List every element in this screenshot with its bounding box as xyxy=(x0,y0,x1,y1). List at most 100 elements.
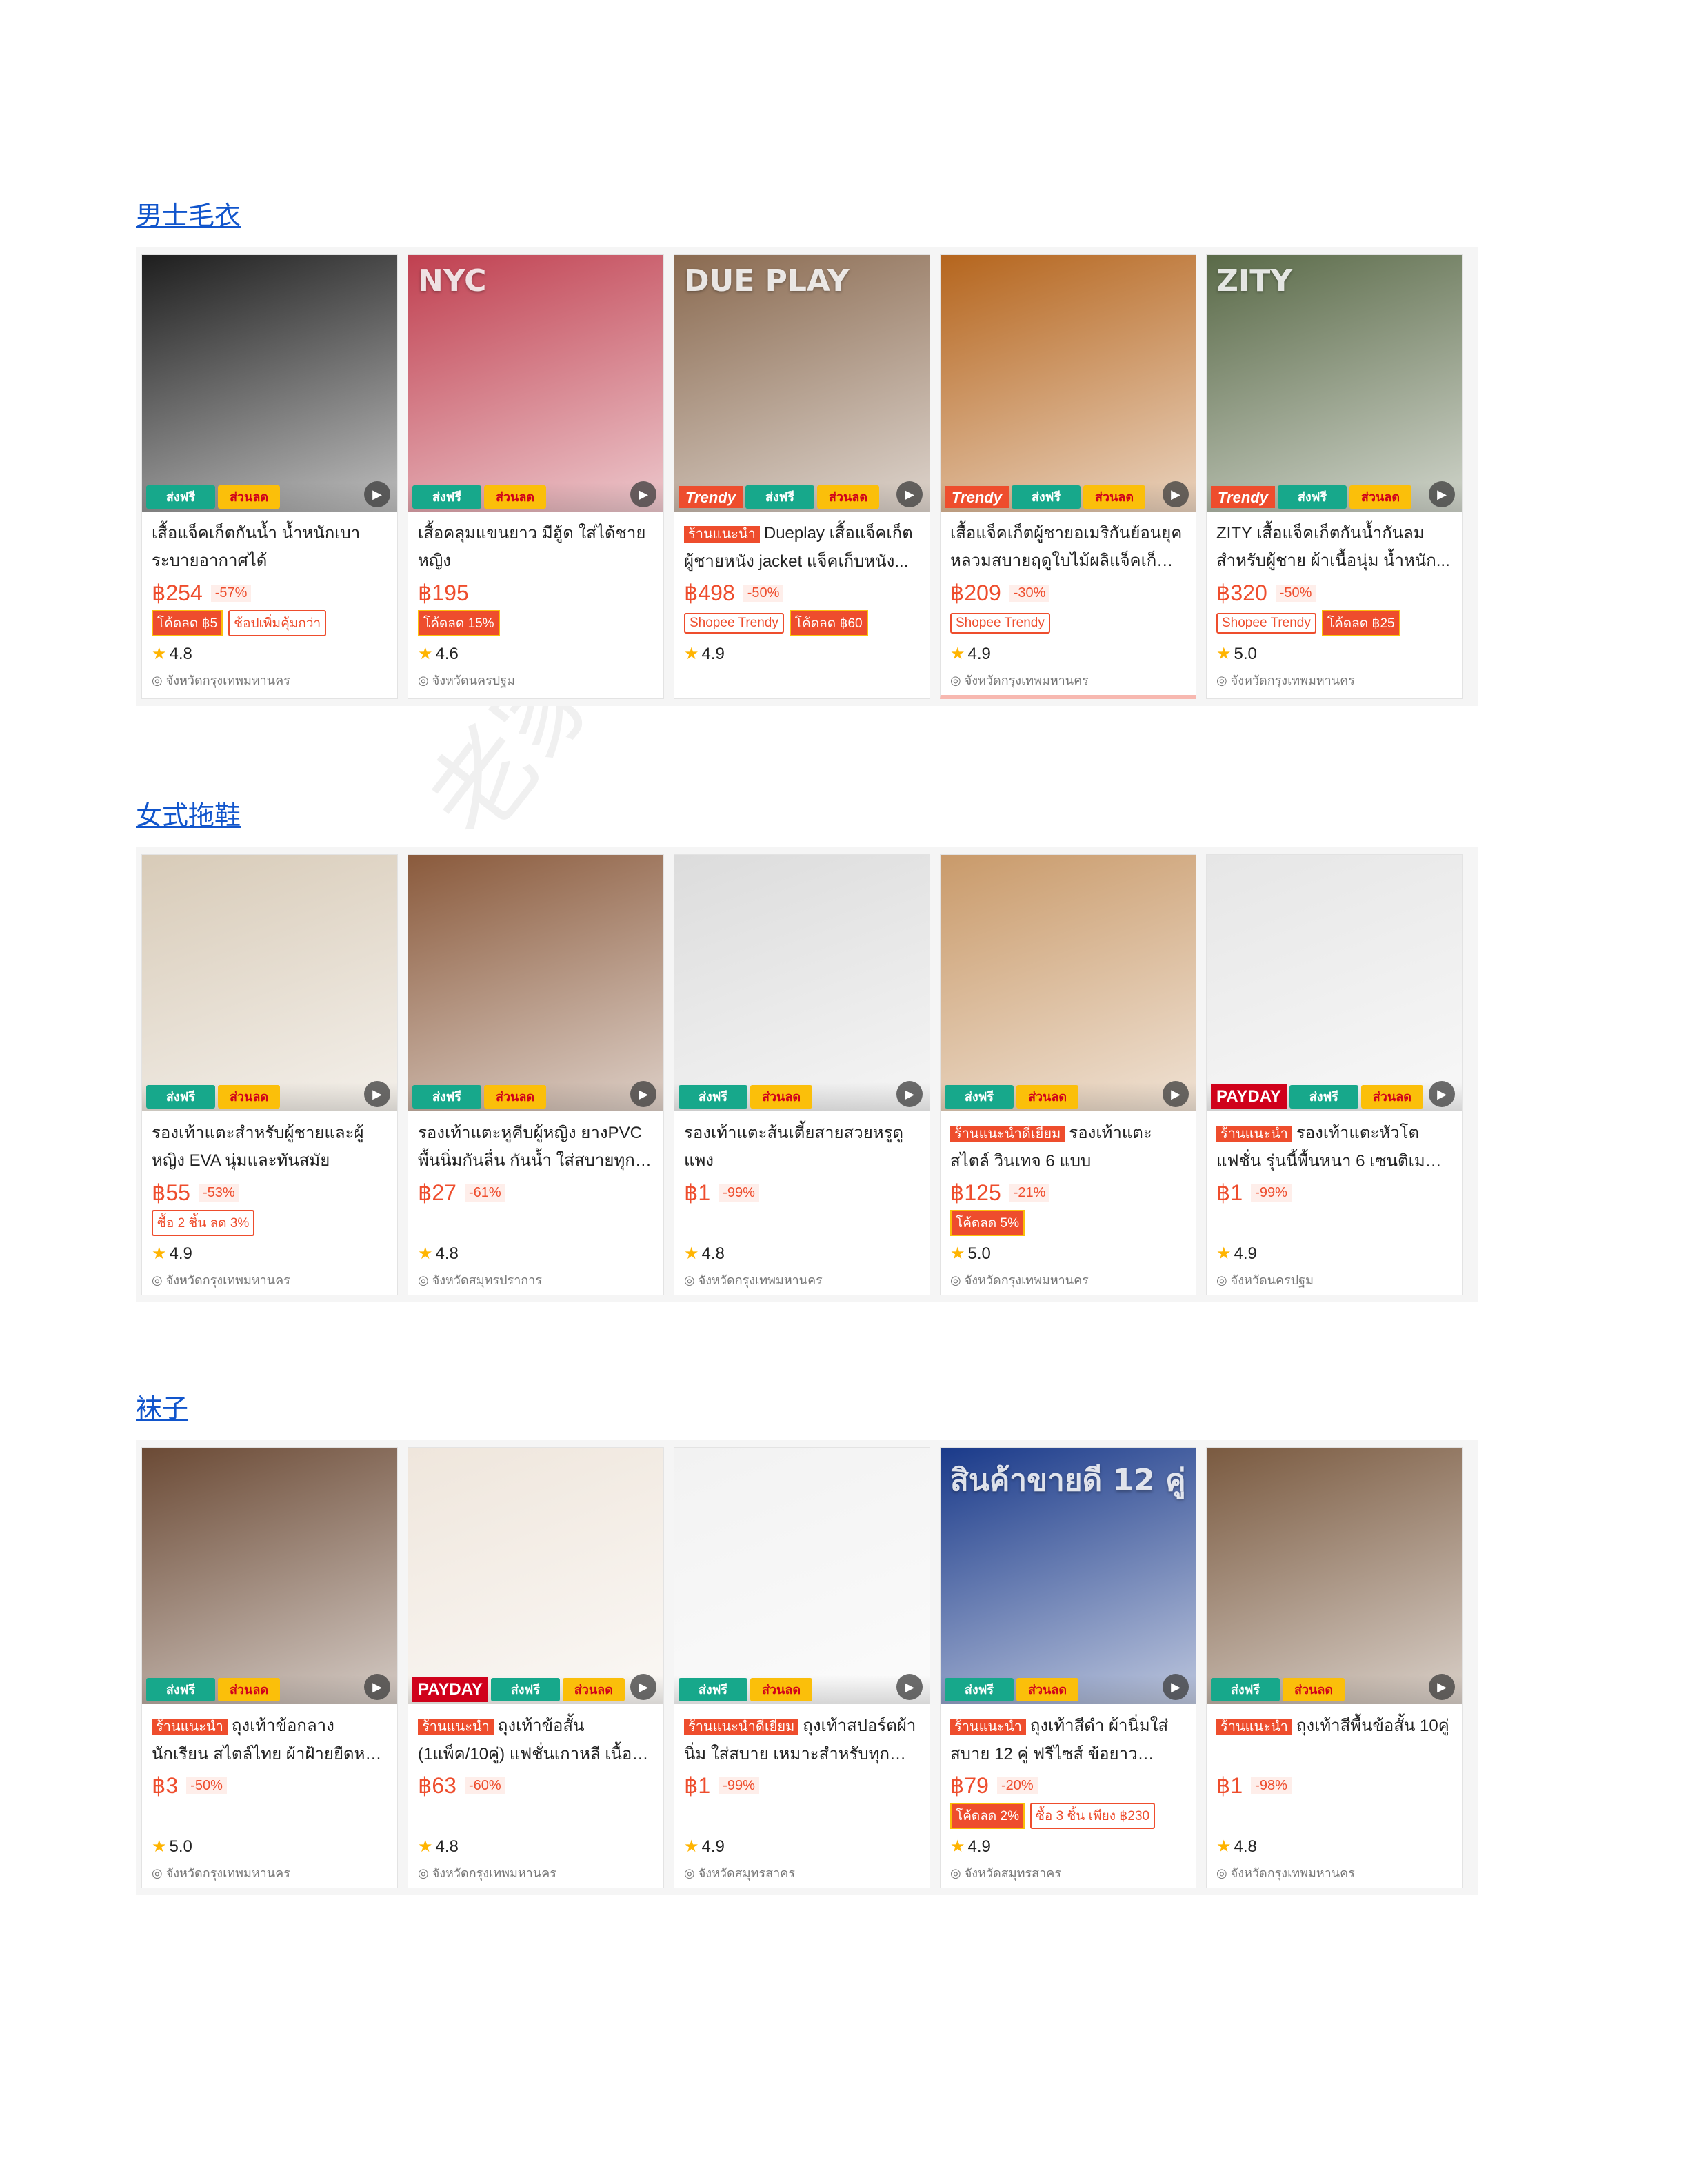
price-row: ฿63 -60% xyxy=(418,1772,654,1799)
product-card[interactable]: ส่งฟรี ส่วนลด ▶ ร้านแนะนำดีเยี่ยม ถุงเท้าสปอ… xyxy=(674,1447,930,1888)
play-video-icon[interactable]: ▶ xyxy=(364,1674,390,1700)
product-card[interactable]: ส่งฟรี ส่วนลด ▶ รองเท้าแตะสำหรับผู้ชายและผู… xyxy=(141,854,398,1295)
product-image[interactable]: PAYDAY ส่งฟรี ส่วนลด ▶ xyxy=(408,1448,663,1704)
product-title[interactable]: รองเท้าแตะหูคีบผู้หญิง ยางPVC พื้นนิ่มกั… xyxy=(418,1120,654,1175)
product-card[interactable]: PAYDAY ส่งฟรี ส่วนลด ▶ ร้านแนะนำ รองเท้าแตะหั… xyxy=(1206,854,1463,1295)
price-row: ฿320 -50% xyxy=(1216,579,1452,607)
promo-row: Shopee Trendy โค้ดลด ฿60 xyxy=(684,610,920,636)
discount-badge: ส่วนลด xyxy=(1016,1085,1078,1109)
product-title[interactable]: ร้านแนะนำ Dueplay เสื้อแจ็คเก็ต ผู้ชายหนั… xyxy=(684,520,920,575)
product-grid: ส่งฟรี ส่วนลด ▶ เสื้อแจ็คเก็ตกันน้ำ น้ำหนัก… xyxy=(136,247,1478,706)
product-image[interactable]: สินค้าขายดี 12 คู่ ส่งฟรี ส่วนลด ▶ xyxy=(941,1448,1196,1704)
badge-strip: PAYDAY ส่งฟรี ส่วนลด xyxy=(1207,1082,1462,1111)
product-title-text: ถุงเท้าสีพื้นข้อสั้น 10คู่ xyxy=(1296,1717,1449,1735)
product-title[interactable]: รองเท้าแตะส้นเตี้ยสายสวยหรูดูแพง xyxy=(684,1120,920,1175)
rating-value: 4.9 xyxy=(701,1837,725,1856)
product-card[interactable]: ส่งฟรี ส่วนลด ▶ เสื้อแจ็คเก็ตกันน้ำ น้ำหนัก… xyxy=(141,254,398,699)
product-title[interactable]: เสื้อคลุมแขนยาว มีฮู้ด ใส่ได้ชาย หญิง xyxy=(418,520,654,575)
product-price: ฿3 xyxy=(152,1773,179,1798)
product-card[interactable]: ส่งฟรี ส่วนลด ▶ รองเท้าแตะหูคีบผู้หญิง ยางP… xyxy=(408,854,664,1295)
product-info: ร้านแนะนำดีเยี่ยม รองเท้าแตะสไตล์ วินเทจ … xyxy=(941,1111,1196,1295)
play-video-icon[interactable]: ▶ xyxy=(1163,1674,1189,1700)
star-icon: ★ xyxy=(418,1837,433,1856)
recommended-shop-tag: ร้านแนะนำ xyxy=(418,1719,494,1735)
location-pin-icon: ◎ xyxy=(950,674,965,687)
price-row: ฿1 -98% xyxy=(1216,1772,1452,1799)
play-video-icon[interactable]: ▶ xyxy=(630,1081,656,1107)
location-pin-icon: ◎ xyxy=(684,1866,699,1880)
discount-percent: -98% xyxy=(1251,1777,1292,1794)
play-video-icon[interactable]: ▶ xyxy=(896,481,923,507)
product-image[interactable]: ส่งฟรี ส่วนลด ▶ xyxy=(142,255,397,512)
product-price: ฿1 xyxy=(1216,1180,1243,1205)
discount-percent: -50% xyxy=(1275,584,1316,602)
product-card[interactable]: Trendy ส่งฟรี ส่วนลด ▶ เสื้อแจ็คเก็ตผู้ชายอเ… xyxy=(940,254,1196,699)
trendy-badge: Trendy xyxy=(679,486,743,508)
location: ◎ จังหวัดกรุงเทพมหานคร xyxy=(418,1863,654,1881)
location: ◎ จังหวัดกรุงเทพมหานคร xyxy=(684,1270,920,1288)
product-title-text: ZITY เสื้อแจ็คเก็ตกันน้ำกันลม สำหรับผู้ช… xyxy=(1216,524,1450,570)
product-image[interactable]: PAYDAY ส่งฟรี ส่วนลด ▶ xyxy=(1207,855,1462,1111)
product-image[interactable]: ส่งฟรี ส่วนลด ▶ xyxy=(408,855,663,1111)
product-image[interactable]: ส่งฟรี ส่วนลด ▶ xyxy=(1207,1448,1462,1704)
play-video-icon[interactable]: ▶ xyxy=(896,1674,923,1700)
product-image[interactable]: ส่งฟรี ส่วนลด ▶ xyxy=(941,855,1196,1111)
product-image[interactable]: ส่งฟรี ส่วนลด ▶ xyxy=(674,1448,930,1704)
product-image[interactable]: Trendy ส่งฟรี ส่วนลด ▶ xyxy=(941,255,1196,512)
play-video-icon[interactable]: ▶ xyxy=(1429,481,1455,507)
product-card[interactable]: สินค้าขายดี 12 คู่ ส่งฟรี ส่วนลด ▶ ร้านแนะนำ… xyxy=(940,1447,1196,1888)
free-shipping-badge: ส่งฟรี xyxy=(412,485,481,509)
product-card[interactable]: ZITY Trendy ส่งฟรี ส่วนลด ▶ ZITY เสื้อแจ็คเก็… xyxy=(1206,254,1463,699)
product-card[interactable]: DUE PLAY Trendy ส่งฟรี ส่วนลด ▶ ร้านแนะนำ Duep… xyxy=(674,254,930,699)
play-video-icon[interactable]: ▶ xyxy=(1429,1674,1455,1700)
rating-value: 5.0 xyxy=(967,1244,991,1263)
section-title-link[interactable]: 袜子 xyxy=(136,1387,188,1425)
product-title[interactable]: เสื้อแจ็คเก็ตกันน้ำ น้ำหนักเบา ระบายอากา… xyxy=(152,520,388,575)
play-video-icon[interactable]: ▶ xyxy=(630,1674,656,1700)
discount-percent: -99% xyxy=(719,1184,759,1202)
price-row: ฿254 -57% xyxy=(152,579,388,607)
product-image[interactable]: ส่งฟรี ส่วนลด ▶ xyxy=(674,855,930,1111)
product-title[interactable]: ZITY เสื้อแจ็คเก็ตกันน้ำกันลม สำหรับผู้ช… xyxy=(1216,520,1452,575)
section-title-link[interactable]: 女式拖鞋 xyxy=(136,794,241,832)
product-image[interactable]: ZITY Trendy ส่งฟรี ส่วนลด ▶ xyxy=(1207,255,1462,512)
product-title[interactable]: รองเท้าแตะสำหรับผู้ชายและผู้หญิง EVA นุ่… xyxy=(152,1120,388,1175)
play-video-icon[interactable]: ▶ xyxy=(1429,1081,1455,1107)
badge-strip: Trendy ส่งฟรี ส่วนลด xyxy=(941,483,1196,512)
location-text: จังหวัดกรุงเทพมหานคร xyxy=(964,674,1089,687)
product-image[interactable]: ส่งฟรี ส่วนลด ▶ xyxy=(142,1448,397,1704)
product-card[interactable]: ส่งฟรี ส่วนลด ▶ ร้านแนะนำ ถุงเท้าข้อกลางนักเ… xyxy=(141,1447,398,1888)
product-title[interactable]: ร้านแนะนำ ถุงเท้าสีพื้นข้อสั้น 10คู่ xyxy=(1216,1712,1452,1768)
product-title[interactable]: ร้านแนะนำ รองเท้าแตะหัวโตแฟชั่น รุ่นนี้พื… xyxy=(1216,1120,1452,1175)
rating: ★ 4.8 xyxy=(684,1244,920,1264)
trendy-badge: Trendy xyxy=(945,486,1009,508)
recommended-shop-tag: ร้านแนะนำ xyxy=(1216,1126,1292,1142)
product-image[interactable]: DUE PLAY Trendy ส่งฟรี ส่วนลด ▶ xyxy=(674,255,930,512)
product-title[interactable]: ร้านแนะนำ ถุงเท้าสีดำ ผ้านิ่มใส่ สบาย 12 … xyxy=(950,1712,1186,1768)
play-video-icon[interactable]: ▶ xyxy=(1163,481,1189,507)
play-video-icon[interactable]: ▶ xyxy=(630,481,656,507)
play-video-icon[interactable]: ▶ xyxy=(896,1081,923,1107)
product-title[interactable]: เสื้อแจ็คเก็ตผู้ชายอเมริกันย้อนยุค หลวมส… xyxy=(950,520,1186,575)
product-card[interactable]: ส่งฟรี ส่วนลด ▶ ร้านแนะนำ ถุงเท้าสีพื้นข้อสั… xyxy=(1206,1447,1463,1888)
product-card[interactable]: ส่งฟรี ส่วนลด ▶ รองเท้าแตะส้นเตี้ยสายสวยหรู… xyxy=(674,854,930,1295)
product-title[interactable]: ร้านแนะนำ ถุงเท้าข้อกลางนักเรียน สไตล์ไทย… xyxy=(152,1712,388,1768)
play-video-icon[interactable]: ▶ xyxy=(364,481,390,507)
discount-badge: ส่วนลด xyxy=(218,1085,280,1109)
product-card[interactable]: PAYDAY ส่งฟรี ส่วนลด ▶ ร้านแนะนำ ถุงเท้าข้อสั… xyxy=(408,1447,664,1888)
product-card[interactable]: NYC ส่งฟรี ส่วนลด ▶ เสื้อคลุมแขนยาว มีฮู้ด ใ… xyxy=(408,254,664,699)
section-men-sweaters: 男士毛衣 ส่งฟรี ส่วนลด ▶ เสื้อแจ็คเก็ตกันน้ำ น้ำ… xyxy=(136,194,1487,706)
play-video-icon[interactable]: ▶ xyxy=(364,1081,390,1107)
section-title-link[interactable]: 男士毛衣 xyxy=(136,194,241,232)
product-image[interactable]: ส่งฟรี ส่วนลด ▶ xyxy=(142,855,397,1111)
play-video-icon[interactable]: ▶ xyxy=(1163,1081,1189,1107)
location: ◎ จังหวัดกรุงเทพมหานคร xyxy=(152,670,388,688)
product-title[interactable]: ร้านแนะนำ ถุงเท้าข้อสั้น (1แพ็ค/10คู่) แฟ… xyxy=(418,1712,654,1768)
product-title[interactable]: ร้านแนะนำดีเยี่ยม ถุงเท้าสปอร์ตผ้านิ่ม ใส… xyxy=(684,1712,920,1768)
product-title[interactable]: ร้านแนะนำดีเยี่ยม รองเท้าแตะสไตล์ วินเทจ … xyxy=(950,1120,1186,1175)
star-icon: ★ xyxy=(152,1837,167,1856)
badge-strip: ส่งฟรี ส่วนลด xyxy=(142,1675,397,1704)
product-image[interactable]: NYC ส่งฟรี ส่วนลด ▶ xyxy=(408,255,663,512)
product-info: ZITY เสื้อแจ็คเก็ตกันน้ำกันลม สำหรับผู้ช… xyxy=(1207,512,1462,695)
product-card[interactable]: ส่งฟรี ส่วนลด ▶ ร้านแนะนำดีเยี่ยม รองเท้าแตะ… xyxy=(940,854,1196,1295)
